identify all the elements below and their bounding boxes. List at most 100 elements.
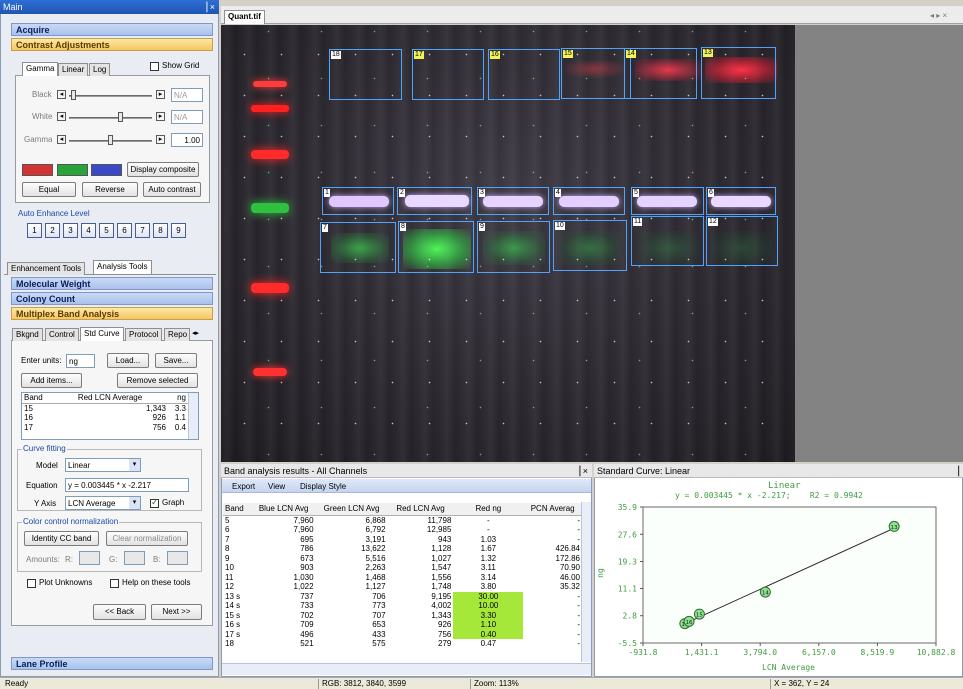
- tab-std-curve[interactable]: Std Curve: [80, 327, 124, 341]
- table-row[interactable]: 6 7,960 6,792 12,985 - -: [223, 525, 582, 535]
- menu-export[interactable]: Export: [232, 481, 255, 493]
- tab-log[interactable]: Log: [89, 63, 111, 76]
- band-box-4[interactable]: 4: [553, 187, 625, 215]
- results-header-red[interactable]: Red LCN Avg: [388, 503, 454, 515]
- load-button[interactable]: Load...: [107, 353, 149, 368]
- acquire-section[interactable]: Acquire: [11, 23, 213, 36]
- lane-profile-section[interactable]: Lane Profile: [11, 657, 213, 670]
- results-header-pcn[interactable]: PCN Averag: [523, 503, 582, 515]
- band-box-11[interactable]: 11: [631, 216, 704, 266]
- equal-button[interactable]: Equal: [22, 182, 76, 197]
- black-increase-button[interactable]: ▸: [156, 90, 165, 99]
- results-header-blue[interactable]: Blue LCN Avg: [252, 503, 316, 515]
- white-slider[interactable]: [69, 117, 152, 119]
- band-box-6[interactable]: 6: [706, 187, 776, 215]
- band-box-2[interactable]: 2: [397, 187, 472, 215]
- black-value-field[interactable]: N/A: [171, 88, 203, 102]
- results-vertical-scrollbar[interactable]: [581, 502, 591, 662]
- colony-count-section[interactable]: Colony Count: [11, 292, 213, 305]
- band-box-7[interactable]: 7: [320, 222, 396, 273]
- menu-view[interactable]: View: [268, 481, 285, 493]
- molecular-weight-section[interactable]: Molecular Weight: [11, 277, 213, 290]
- display-composite-button[interactable]: Display composite: [127, 162, 199, 177]
- gel-image[interactable]: 18 17 16 15 14 13 1 2 3 4 5 6 7 8 9 10 1…: [221, 25, 795, 462]
- remove-selected-button[interactable]: Remove selected: [117, 373, 198, 388]
- results-header-green[interactable]: Green LCN Avg: [316, 503, 388, 515]
- next-button[interactable]: Next >>: [151, 604, 202, 620]
- enhance-level-1-button[interactable]: 1: [27, 223, 42, 238]
- gamma-decrease-button[interactable]: ◂: [57, 135, 66, 144]
- yaxis-chevron-down-icon[interactable]: ▾: [129, 497, 140, 509]
- tab-gamma[interactable]: Gamma: [22, 62, 59, 76]
- tab-bkgnd[interactable]: Bkgnd: [12, 328, 43, 341]
- band-box-8[interactable]: 8: [398, 221, 474, 273]
- help-tools-checkbox[interactable]: [110, 579, 119, 588]
- tab-linear[interactable]: Linear: [58, 63, 89, 76]
- black-decrease-button[interactable]: ◂: [57, 90, 66, 99]
- list-item[interactable]: 17 756 0.4: [22, 423, 188, 433]
- enhance-level-3-button[interactable]: 3: [63, 223, 78, 238]
- green-channel-swatch[interactable]: [57, 164, 88, 176]
- multiplex-section[interactable]: Multiplex Band Analysis: [11, 307, 213, 320]
- reverse-button[interactable]: Reverse: [82, 182, 138, 197]
- results-horizontal-scrollbar[interactable]: [222, 663, 591, 675]
- results-header-band[interactable]: Band: [223, 503, 252, 515]
- std-curve-controls[interactable]: ▕: [952, 464, 959, 478]
- table-row[interactable]: 18 521 575 279 0.47 -: [223, 639, 582, 649]
- red-channel-swatch[interactable]: [22, 164, 53, 176]
- table-row[interactable]: 11 1,030 1,468 1,556 3.14 46.00: [223, 573, 582, 583]
- results-controls[interactable]: ▕ ×: [573, 464, 588, 478]
- black-slider-thumb[interactable]: [71, 90, 76, 100]
- model-chevron-down-icon[interactable]: ▾: [129, 459, 140, 471]
- amount-r-field[interactable]: [79, 551, 100, 565]
- gamma-slider-thumb[interactable]: [108, 135, 113, 145]
- list-item[interactable]: 16 926 1.1: [22, 413, 188, 423]
- amount-b-field[interactable]: [167, 551, 188, 565]
- tab-analysis-tools[interactable]: Analysis Tools: [93, 260, 152, 274]
- plot-unknowns-checkbox[interactable]: [27, 579, 36, 588]
- std-curve-plot[interactable]: 35.9 27.6 19.3 11.1 2.8 -5.5-931.8 1,431.1 3,79…: [594, 496, 963, 666]
- table-row[interactable]: 7 695 3,191 943 1.03 -: [223, 535, 582, 545]
- add-items-button[interactable]: Add items...: [21, 373, 82, 388]
- band-box-9[interactable]: 9: [477, 221, 550, 273]
- white-decrease-button[interactable]: ◂: [57, 112, 66, 121]
- table-row[interactable]: 13 s 737 706 9,195 30.00 -: [223, 591, 582, 601]
- table-row[interactable]: 14 s 733 773 4,002 10.00 -: [223, 601, 582, 611]
- show-grid-checkbox[interactable]: [150, 62, 159, 71]
- contrast-section[interactable]: Contrast Adjustments: [11, 38, 213, 51]
- gamma-increase-button[interactable]: ▸: [156, 135, 165, 144]
- white-slider-thumb[interactable]: [118, 112, 123, 122]
- enhance-level-8-button[interactable]: 8: [153, 223, 168, 238]
- band-box-3[interactable]: 3: [477, 187, 549, 215]
- band-box-18[interactable]: 18: [329, 49, 402, 100]
- black-slider[interactable]: [69, 95, 152, 97]
- table-row[interactable]: 8 786 13,622 1,128 1.67 426.84: [223, 544, 582, 554]
- band-box-13[interactable]: 13: [701, 47, 776, 99]
- clear-normalization-button[interactable]: Clear normalization: [106, 531, 188, 546]
- gamma-value-field[interactable]: 1.00: [171, 133, 203, 147]
- band-box-1[interactable]: 1: [322, 187, 394, 215]
- band-box-12[interactable]: 12: [706, 216, 778, 266]
- enhance-level-9-button[interactable]: 9: [171, 223, 186, 238]
- table-row[interactable]: 10 903 2,263 1,547 3.11 70.90: [223, 563, 582, 573]
- tab-report[interactable]: Repo: [164, 328, 190, 341]
- band-box-15[interactable]: 15: [561, 48, 631, 99]
- enhance-level-6-button[interactable]: 6: [117, 223, 132, 238]
- tab-control[interactable]: Control: [45, 328, 79, 341]
- tab-enhancement-tools[interactable]: Enhancement Tools: [7, 262, 86, 275]
- amount-g-field[interactable]: [124, 551, 145, 565]
- equation-field[interactable]: y = 0.003445 * x -2.217: [65, 478, 189, 492]
- tab-scroll-arrows-icon[interactable]: ◂▸: [192, 329, 199, 339]
- back-button[interactable]: << Back: [93, 604, 146, 620]
- identity-cc-band-button[interactable]: Identity CC band: [24, 531, 99, 546]
- table-row[interactable]: 12 1,022 1,127 1,748 3.80 35.32: [223, 582, 582, 592]
- tab-quant-tif[interactable]: Quant.tif: [224, 10, 265, 24]
- white-increase-button[interactable]: ▸: [156, 112, 165, 121]
- main-panel-controls[interactable]: ▕ ×: [200, 0, 215, 14]
- white-value-field[interactable]: N/A: [171, 110, 203, 124]
- enhance-level-7-button[interactable]: 7: [135, 223, 150, 238]
- save-button[interactable]: Save...: [155, 353, 197, 368]
- results-header-red-ng[interactable]: Red ng: [453, 503, 523, 515]
- enhance-level-2-button[interactable]: 2: [45, 223, 60, 238]
- band-box-5[interactable]: 5: [631, 187, 704, 215]
